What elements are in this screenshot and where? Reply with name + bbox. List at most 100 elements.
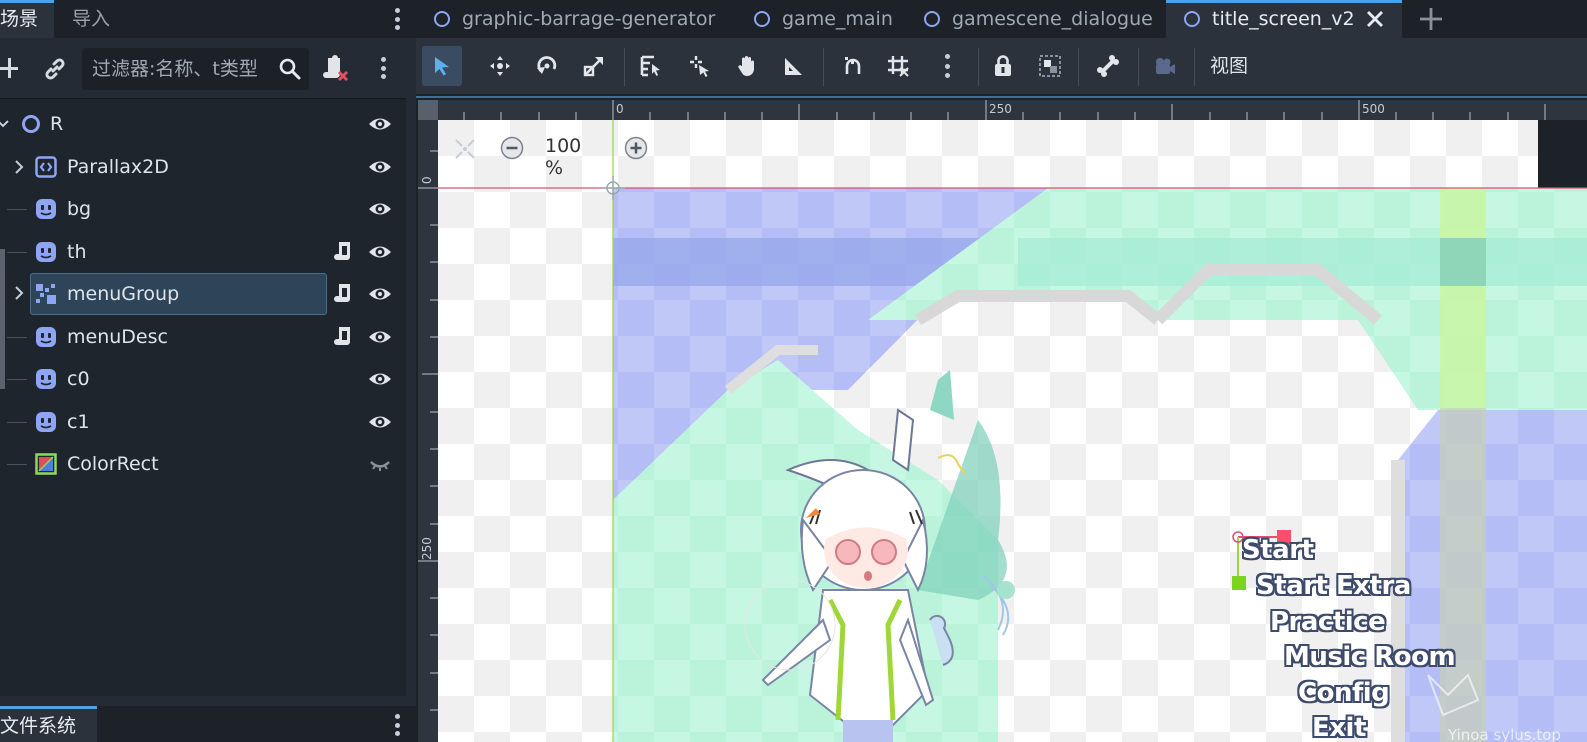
pan-mode-button[interactable] (727, 46, 767, 86)
filter-input[interactable] (92, 48, 277, 90)
visibility-eye-icon[interactable] (368, 156, 392, 178)
visibility-eye-icon[interactable] (368, 241, 392, 263)
tree-item-bg[interactable]: bg (0, 189, 406, 229)
smart-snap-button[interactable] (833, 46, 873, 86)
filter-box (82, 48, 309, 90)
viewport-2d[interactable]: 0 250 500 0 250 Start Start Extra Practi… (416, 96, 1587, 742)
visibility-eye-icon[interactable] (368, 326, 392, 348)
list-select-button[interactable] (631, 46, 671, 86)
search-icon[interactable] (278, 57, 302, 81)
node-label: bg (67, 198, 92, 220)
tree-guide-line (7, 464, 27, 465)
script-filter-icon[interactable] (322, 54, 350, 84)
visibility-eye-icon[interactable] (368, 368, 392, 390)
node-label: menuGroup (67, 283, 180, 305)
tree-item-menudesc[interactable]: menuDesc (0, 317, 406, 357)
group-button[interactable] (1030, 46, 1070, 86)
add-tab-icon[interactable] (1419, 7, 1443, 31)
scene-menu-icon[interactable] (380, 57, 386, 79)
tree-item-parallax2d[interactable]: Parallax2D (0, 147, 406, 187)
filesystem-dock-tabs: 文件系统 (0, 706, 416, 742)
ruler-label: 250 (420, 537, 434, 560)
tab-scene[interactable]: 场景 (0, 0, 54, 38)
parallax2d-icon (35, 156, 57, 178)
visibility-eye-icon[interactable] (368, 198, 392, 220)
tree-guide-line (7, 252, 27, 253)
cursor-arrow-icon (435, 57, 449, 76)
zoom-out-icon[interactable] (500, 136, 524, 160)
tab-game-main[interactable]: game_main (736, 0, 916, 38)
magnet-snap-icon (845, 57, 861, 74)
scene-node-icon (754, 11, 770, 27)
tree-item-th[interactable]: th (0, 232, 406, 272)
tree-item-menugroup[interactable]: menuGroup (0, 273, 406, 315)
visibility-eye-icon[interactable] (368, 283, 392, 305)
grid-snap-button[interactable] (878, 46, 918, 86)
hand-icon (738, 56, 754, 76)
snap-options-icon[interactable] (944, 54, 950, 78)
add-node-icon[interactable] (0, 56, 18, 80)
visibility-eye-icon[interactable] (368, 113, 392, 135)
scene-tree: R Parallax2D bg th menuGroup menuDesc c0… (0, 98, 406, 696)
colorrect-icon (35, 453, 57, 475)
tab-filesystem[interactable]: 文件系统 (0, 706, 97, 742)
lock-button[interactable] (983, 46, 1023, 86)
zoom-level-label[interactable]: 100 % (545, 135, 581, 179)
visibility-eye-icon[interactable] (368, 411, 392, 433)
move-mode-button[interactable] (480, 46, 520, 86)
scene-canvas[interactable]: Start Start Extra Practice Music Room Co… (438, 120, 1587, 742)
tree-item-c0[interactable]: c0 (0, 359, 406, 399)
select-mode-button[interactable] (422, 46, 462, 86)
scene-tabs: graphic-barrage-generator game_main game… (416, 0, 1587, 38)
tab-graphic-barrage-generator[interactable]: graphic-barrage-generator (416, 0, 752, 38)
menu-item-config[interactable]: Config (1298, 678, 1390, 708)
expand-arrow-icon[interactable] (12, 284, 26, 302)
filesystem-menu-icon[interactable] (394, 714, 400, 736)
pivot-icon (690, 56, 709, 77)
ruler-mode-button[interactable] (774, 46, 814, 86)
center-view-icon[interactable] (454, 138, 476, 160)
script-icon[interactable] (334, 240, 354, 264)
scene-node-icon (1184, 11, 1200, 27)
tree-item-colorrect[interactable]: ColorRect (0, 444, 406, 484)
script-icon[interactable] (334, 282, 354, 306)
menu-item-music-room[interactable]: Music Room (1284, 642, 1456, 672)
menu-item-exit[interactable]: Exit (1312, 713, 1366, 742)
dock-tabs: 场景 导入 (0, 0, 416, 38)
instance-scene-icon[interactable] (42, 56, 68, 82)
canvas-toolbar: 视图 (416, 38, 1587, 96)
tree-item-c1[interactable]: c1 (0, 402, 406, 442)
horizontal-ruler[interactable]: 0 250 500 (438, 100, 1587, 120)
bone-icon (1097, 55, 1119, 77)
tree-guide-line (7, 337, 27, 338)
tab-label: title_screen_v2 (1212, 8, 1355, 30)
pivot-mode-button[interactable] (680, 46, 720, 86)
dock-menu-icon[interactable] (394, 8, 400, 30)
close-icon[interactable] (1366, 10, 1384, 28)
script-icon[interactable] (334, 325, 354, 349)
watermark-text: Yinoa sylus.top (1448, 726, 1561, 742)
zoom-in-icon[interactable] (624, 136, 648, 160)
toolbar-separator (1194, 48, 1195, 86)
visibility-hidden-icon[interactable] (368, 453, 392, 475)
tab-label: game_main (782, 8, 893, 30)
tab-import[interactable]: 导入 (58, 0, 124, 38)
ruler-label: 500 (1362, 102, 1385, 116)
menu-item-start-extra[interactable]: Start Extra (1256, 571, 1411, 601)
menu-item-practice[interactable]: Practice (1270, 607, 1386, 637)
sprite2d-icon (35, 198, 57, 220)
skeleton-button[interactable] (1088, 46, 1128, 86)
camera-override-button[interactable] (1144, 46, 1184, 86)
view-menu[interactable]: 视图 (1200, 46, 1258, 86)
expand-arrow-icon[interactable] (12, 158, 26, 176)
menu-item-start[interactable]: Start (1242, 535, 1314, 565)
vertical-ruler[interactable]: 0 250 (418, 120, 438, 742)
rotate-icon (537, 56, 557, 74)
scale-mode-button[interactable] (574, 46, 614, 86)
collapse-arrow-icon[interactable] (0, 115, 10, 133)
tree-item-r[interactable]: R (0, 104, 406, 144)
node-label: c0 (67, 368, 90, 390)
node-label: menuDesc (67, 326, 168, 348)
tab-gamescene-dialogue[interactable]: gamescene_dialogue (906, 0, 1166, 38)
rotate-mode-button[interactable] (527, 46, 567, 86)
